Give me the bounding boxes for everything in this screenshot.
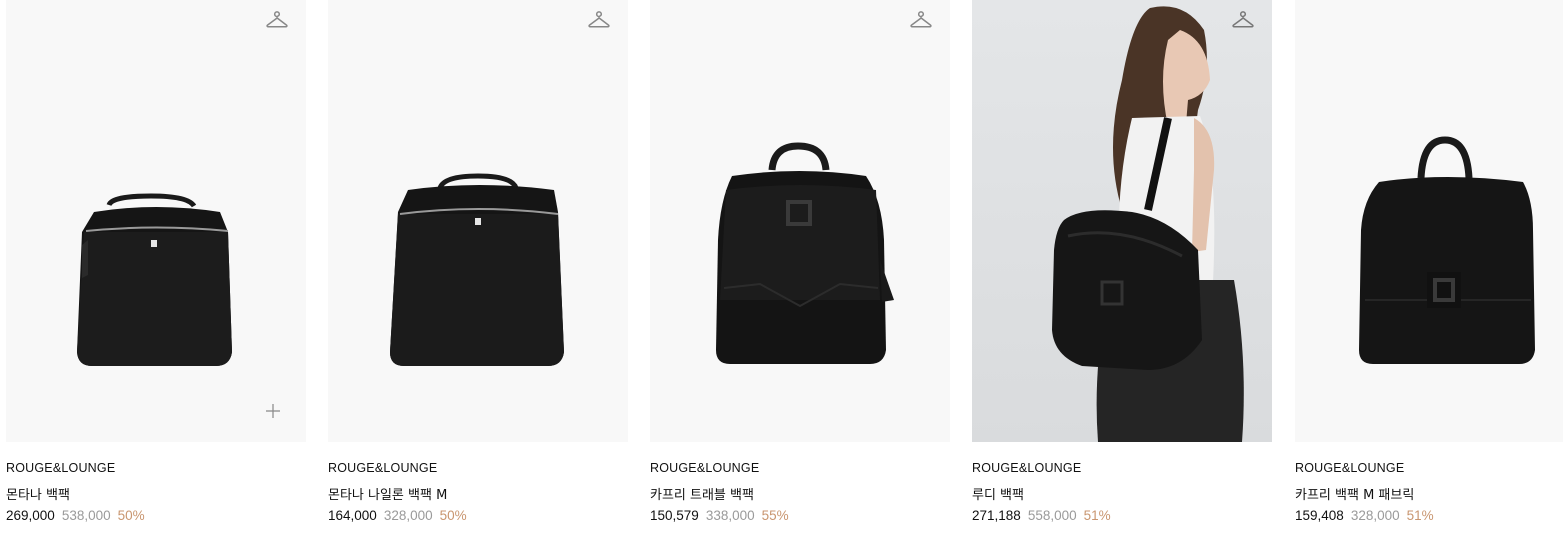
sale-price: 271,188 (972, 508, 1021, 523)
sale-price: 164,000 (328, 508, 377, 523)
product-image[interactable] (328, 0, 628, 442)
product-card[interactable]: ROUGE&LOUNGE 루디 백팩 271,188 558,000 51% (972, 0, 1272, 543)
discount-rate: 50% (117, 508, 145, 523)
product-grid: ROUGE&LOUNGE 몬타나 백팩 269,000 538,000 50% RO… (0, 0, 1563, 543)
product-card[interactable]: ROUGE&LOUNGE 몬타나 나일론 백팩 M 164,000 328,000… (328, 0, 628, 543)
original-price: 538,000 (61, 508, 111, 523)
sale-price: 159,408 (1295, 508, 1344, 523)
model-photo (1052, 6, 1244, 442)
hanger-icon[interactable] (1231, 9, 1255, 33)
product-card[interactable]: ROUGE&LOUNGE 몬타나 백팩 269,000 538,000 50% (6, 0, 306, 543)
product-prices: 271,188 558,000 51% (972, 508, 1111, 523)
product-image[interactable] (972, 0, 1272, 442)
product-image[interactable] (1295, 0, 1563, 442)
product-prices: 164,000 328,000 50% (328, 508, 467, 523)
discount-rate: 55% (761, 508, 789, 523)
original-price: 338,000 (705, 508, 755, 523)
original-price: 558,000 (1027, 508, 1077, 523)
original-price: 328,000 (383, 508, 433, 523)
product-prices: 159,408 328,000 51% (1295, 508, 1434, 523)
product-name[interactable]: 몬타나 나일론 백팩 M (328, 484, 447, 503)
sale-price: 150,579 (650, 508, 699, 523)
product-name[interactable]: 카프리 트래블 백팩 (650, 484, 754, 503)
product-card[interactable]: ROUGE&LOUNGE 카프리 백팩 M 패브릭 159,408 328,000… (1295, 0, 1563, 543)
discount-rate: 51% (1406, 508, 1434, 523)
product-brand[interactable]: ROUGE&LOUNGE (650, 461, 759, 475)
hanger-icon[interactable] (909, 9, 933, 33)
hanger-icon[interactable] (265, 9, 289, 33)
product-prices: 269,000 538,000 50% (6, 508, 145, 523)
product-brand[interactable]: ROUGE&LOUNGE (1295, 461, 1404, 475)
product-brand[interactable]: ROUGE&LOUNGE (328, 461, 437, 475)
discount-rate: 51% (1083, 508, 1111, 523)
product-image[interactable] (650, 0, 950, 442)
product-prices: 150,579 338,000 55% (650, 508, 789, 523)
product-brand[interactable]: ROUGE&LOUNGE (972, 461, 1081, 475)
product-card[interactable]: ROUGE&LOUNGE 카프리 트래블 백팩 150,579 338,000 55… (650, 0, 950, 543)
sale-price: 269,000 (6, 508, 55, 523)
product-image[interactable] (6, 0, 306, 442)
hanger-icon[interactable] (587, 9, 611, 33)
original-price: 328,000 (1350, 508, 1400, 523)
product-name[interactable]: 몬타나 백팩 (6, 484, 70, 503)
discount-rate: 50% (439, 508, 467, 523)
product-name[interactable]: 루디 백팩 (972, 484, 1024, 503)
backpack-image (390, 173, 564, 366)
product-brand[interactable]: ROUGE&LOUNGE (6, 461, 115, 475)
plus-icon[interactable] (266, 404, 280, 418)
product-name[interactable]: 카프리 백팩 M 패브릭 (1295, 484, 1414, 503)
backpack-image (716, 142, 894, 364)
backpack-image (1359, 136, 1535, 364)
backpack-image (77, 193, 232, 366)
